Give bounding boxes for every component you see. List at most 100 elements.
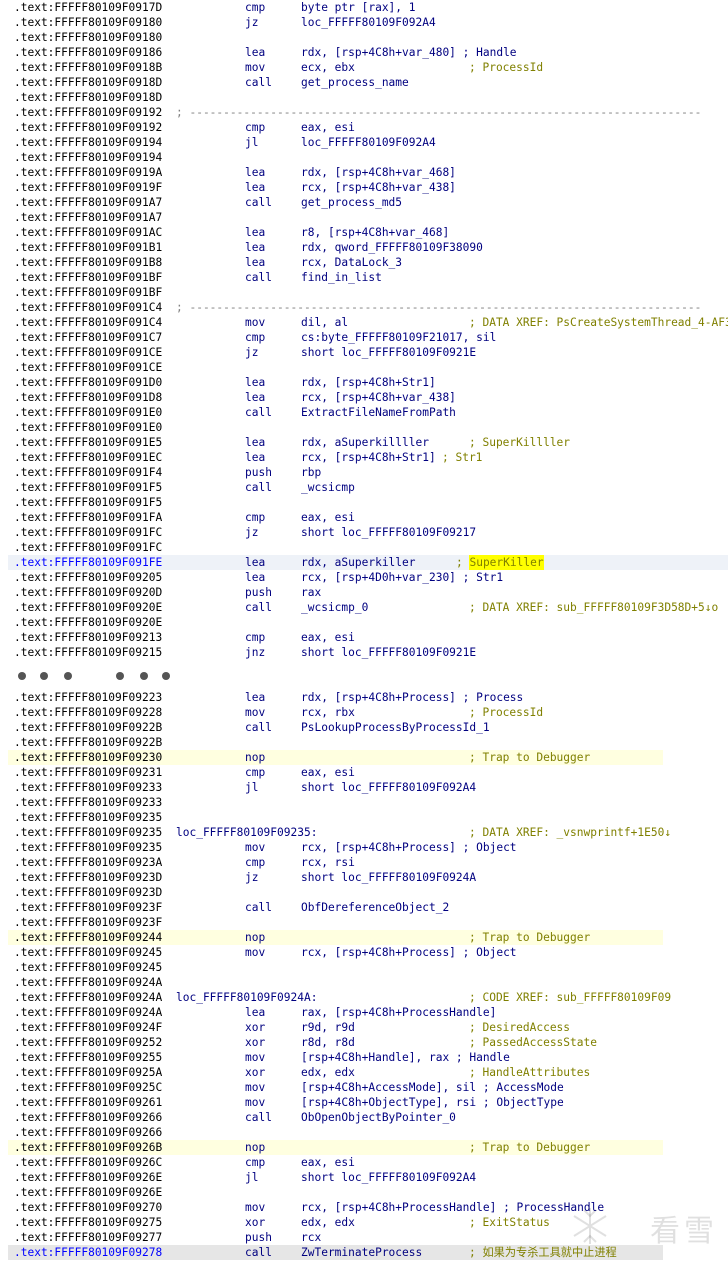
disasm-line[interactable]: .text:FFFFF80109F09235 mov rcx, [rsp+4C8h+… [0, 840, 728, 855]
disasm-line[interactable]: .text:FFFFF80109F0926E jl short loc_FFFFF8… [0, 1170, 728, 1185]
operands[interactable]: rdx, [rsp+4C8h+var_480] ; Handle [301, 45, 517, 60]
mnemonic[interactable]: jz [245, 870, 258, 885]
address[interactable]: .text:FFFFF80109F091BF [14, 270, 162, 285]
mnemonic[interactable]: call [245, 1245, 272, 1260]
address[interactable]: .text:FFFFF80109F09261 [14, 1095, 162, 1110]
mnemonic[interactable]: mov [245, 1200, 265, 1215]
address[interactable]: .text:FFFFF80109F0926C [14, 1155, 162, 1170]
disasm-line[interactable]: .text:FFFFF80109F0925C mov [rsp+4C8h+Acces… [0, 1080, 728, 1095]
mnemonic[interactable]: call [245, 600, 272, 615]
address[interactable]: .text:FFFFF80109F0922B [14, 720, 162, 735]
mnemonic[interactable]: call [245, 75, 272, 90]
address[interactable]: .text:FFFFF80109F091E5 [14, 435, 162, 450]
mnemonic[interactable]: lea [245, 255, 265, 270]
code-label[interactable]: loc_FFFFF80109F0924A: [176, 990, 317, 1005]
address[interactable]: .text:FFFFF80109F091D8 [14, 390, 162, 405]
disasm-line[interactable]: .text:FFFFF80109F09205 lea rcx, [rsp+4D0h+… [0, 570, 728, 585]
address[interactable]: .text:FFFFF80109F0926E [14, 1185, 162, 1200]
address[interactable]: .text:FFFFF80109F0923F [14, 900, 162, 915]
operands[interactable]: rcx, rbx [301, 705, 355, 720]
disasm-line[interactable]: .text:FFFFF80109F0926E [0, 1185, 728, 1200]
disasm-line[interactable]: .text:FFFFF80109F091BF call find_in_list [0, 270, 728, 285]
disasm-line[interactable]: .text:FFFFF80109F0922B call PsLookupProces… [0, 720, 728, 735]
address[interactable]: .text:FFFFF80109F0920D [14, 585, 162, 600]
operands[interactable]: cs:byte_FFFFF80109F21017, sil [301, 330, 496, 345]
operands[interactable]: find_in_list [301, 270, 382, 285]
mnemonic[interactable]: mov [245, 705, 265, 720]
disasm-line[interactable]: .text:FFFFF80109F0924F xor r9d, r9d ; Desir… [0, 1020, 728, 1035]
disasm-line[interactable]: .text:FFFFF80109F09180 [0, 30, 728, 45]
mnemonic[interactable]: lea [245, 225, 265, 240]
mnemonic[interactable]: call [245, 1110, 272, 1125]
address[interactable]: .text:FFFFF80109F09278 [14, 1245, 162, 1260]
operands[interactable]: eax, esi [301, 120, 355, 135]
disasm-line[interactable]: .text:FFFFF80109F0925A xor edx, edx ; Handl… [0, 1065, 728, 1080]
mnemonic[interactable]: jl [245, 135, 258, 150]
mnemonic[interactable]: cmp [245, 1155, 265, 1170]
disasm-line[interactable]: .text:FFFFF80109F09186 lea rdx, [rsp+4C8h+… [0, 45, 728, 60]
disasm-line[interactable]: .text:FFFFF80109F09192 ; ----------------… [0, 105, 728, 120]
operands[interactable]: loc_FFFFF80109F092A4 [301, 135, 436, 150]
disasm-line[interactable]: .text:FFFFF80109F0924A [0, 975, 728, 990]
mnemonic[interactable]: jl [245, 1170, 258, 1185]
operands[interactable]: dil, al [301, 315, 348, 330]
disasm-line[interactable]: .text:FFFFF80109F0919F lea rcx, [rsp+4C8h+… [0, 180, 728, 195]
operands[interactable]: get_process_name [301, 75, 409, 90]
mnemonic[interactable]: call [245, 195, 272, 210]
disasm-line[interactable]: .text:FFFFF80109F0918D call get_process_na… [0, 75, 728, 90]
address[interactable]: .text:FFFFF80109F0919A [14, 165, 162, 180]
operands[interactable]: rax [301, 585, 321, 600]
address[interactable]: .text:FFFFF80109F0923D [14, 870, 162, 885]
disasm-line[interactable]: .text:FFFFF80109F091FC jz short loc_FFFFF8… [0, 525, 728, 540]
disasm-line[interactable]: .text:FFFFF80109F09223 lea rdx, [rsp+4C8h+… [0, 690, 728, 705]
mnemonic[interactable]: cmp [245, 0, 265, 15]
mnemonic[interactable]: call [245, 270, 272, 285]
address[interactable]: .text:FFFFF80109F0925C [14, 1080, 162, 1095]
mnemonic[interactable]: push [245, 1230, 272, 1245]
disasm-line[interactable]: .text:FFFFF80109F0920D push rax [0, 585, 728, 600]
address[interactable]: .text:FFFFF80109F0924A [14, 975, 162, 990]
address[interactable]: .text:FFFFF80109F091FC [14, 525, 162, 540]
operands[interactable]: rbp [301, 465, 321, 480]
mnemonic[interactable]: cmp [245, 765, 265, 780]
disasm-line[interactable]: .text:FFFFF80109F09230 nop ; Trap to Debug… [0, 750, 728, 765]
operands[interactable]: [rsp+4C8h+Handle], rax ; Handle [301, 1050, 510, 1065]
disasm-line[interactable]: .text:FFFFF80109F09231 cmp eax, esi [0, 765, 728, 780]
address[interactable]: .text:FFFFF80109F0923D [14, 885, 162, 900]
operands[interactable]: rdx, [rsp+4C8h+var_468] [301, 165, 456, 180]
disasm-line[interactable]: .text:FFFFF80109F0920E [0, 615, 728, 630]
disasm-line[interactable]: .text:FFFFF80109F09255 mov [rsp+4C8h+Handl… [0, 1050, 728, 1065]
disasm-line[interactable]: .text:FFFFF80109F09245 [0, 960, 728, 975]
mnemonic[interactable]: cmp [245, 330, 265, 345]
mnemonic[interactable]: lea [245, 180, 265, 195]
mnemonic[interactable]: lea [245, 1005, 265, 1020]
mnemonic[interactable]: xor [245, 1020, 265, 1035]
address[interactable]: .text:FFFFF80109F09235 [14, 825, 162, 840]
disasm-line[interactable]: .text:FFFFF80109F091AC lea r8, [rsp+4C8h+v… [0, 225, 728, 240]
address[interactable]: .text:FFFFF80109F091FA [14, 510, 162, 525]
operands[interactable]: rdx, aSuperkillller [301, 435, 429, 450]
mnemonic[interactable]: mov [245, 1080, 265, 1095]
address[interactable]: .text:FFFFF80109F091F4 [14, 465, 162, 480]
address[interactable]: .text:FFFFF80109F0926B [14, 1140, 162, 1155]
operands[interactable]: rcx, DataLock_3 [301, 255, 402, 270]
operands[interactable]: eax, esi [301, 630, 355, 645]
collapsed-lines-indicator[interactable] [0, 660, 728, 690]
address[interactable]: .text:FFFFF80109F09180 [14, 15, 162, 30]
disasm-line[interactable]: .text:FFFFF80109F091B1 lea rdx, qword_FFFF… [0, 240, 728, 255]
operands[interactable]: short loc_FFFFF80109F092A4 [301, 1170, 476, 1185]
mnemonic[interactable]: lea [245, 165, 265, 180]
disasm-line[interactable]: .text:FFFFF80109F09194 jl loc_FFFFF80109F0… [0, 135, 728, 150]
disasm-line[interactable]: .text:FFFFF80109F091D8 lea rcx, [rsp+4C8h+… [0, 390, 728, 405]
address[interactable]: .text:FFFFF80109F09186 [14, 45, 162, 60]
disasm-line[interactable]: .text:FFFFF80109F091FE lea rdx, aSuperkill… [0, 555, 728, 570]
address[interactable]: .text:FFFFF80109F0918B [14, 60, 162, 75]
operands[interactable]: rax, [rsp+4C8h+ProcessHandle] [301, 1005, 496, 1020]
operands[interactable]: PsLookupProcessByProcessId_1 [301, 720, 490, 735]
operands[interactable]: eax, esi [301, 1155, 355, 1170]
operands[interactable]: ExtractFileNameFromPath [301, 405, 456, 420]
disasm-line[interactable]: .text:FFFFF80109F091CE [0, 360, 728, 375]
disasm-line[interactable]: .text:FFFFF80109F09278 call ZwTerminatePro… [0, 1245, 728, 1260]
disasm-line[interactable]: .text:FFFFF80109F091C7 cmp cs:byte_FFFFF80… [0, 330, 728, 345]
mnemonic[interactable]: lea [245, 435, 265, 450]
